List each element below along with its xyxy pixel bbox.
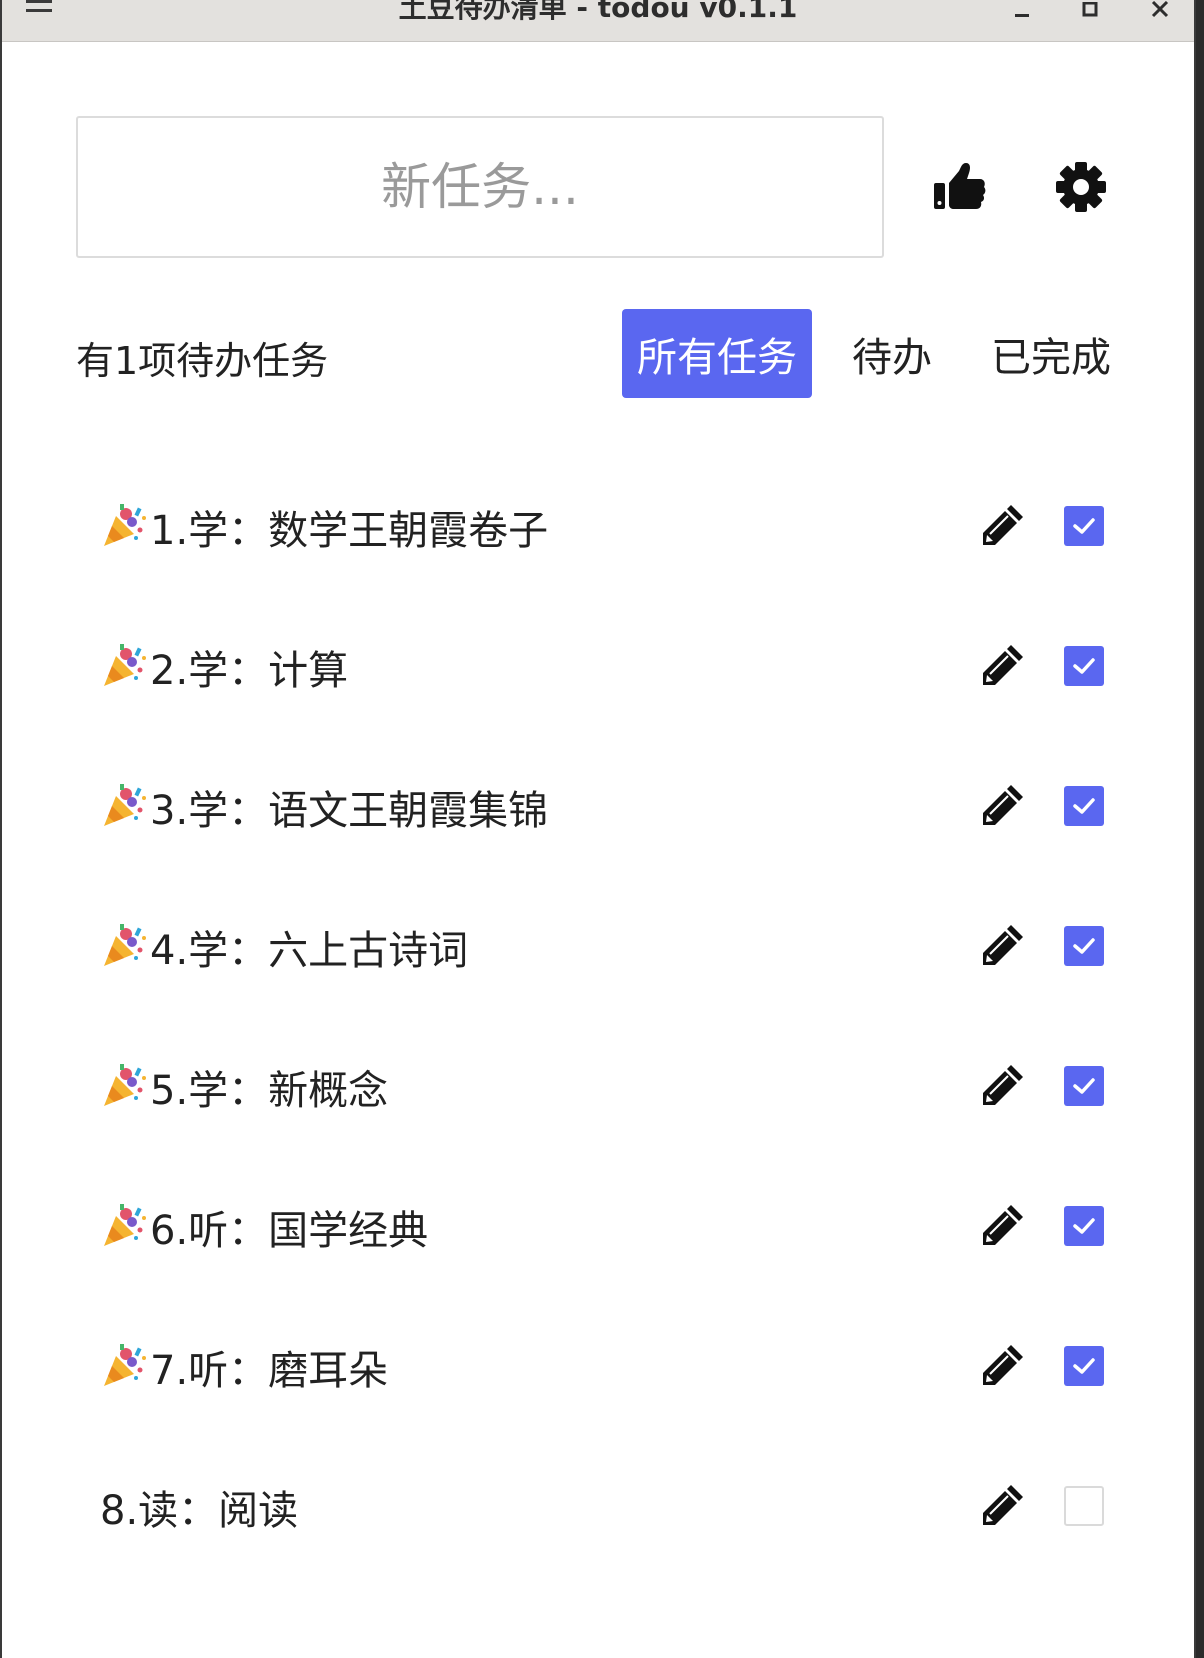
filter-all-tab[interactable]: 所有任务 [622,309,812,398]
task-text: 4.学：六上古诗词 [150,928,469,974]
settings-button[interactable] [1046,152,1116,222]
close-icon [1151,1,1169,18]
thumbs-up-icon [934,163,986,209]
pencil-icon [981,781,1027,831]
task-label: 3.学：语文王朝霞集锦 [100,778,548,836]
pending-count-label: 有1项待办任务 [76,339,329,383]
edit-task-button[interactable] [978,1060,1030,1112]
task-label: 6.听：国学经典 [100,1198,428,1256]
task-text: 2.学：计算 [150,648,349,694]
task-row: 8.读：阅读 [2,1438,1194,1578]
task-row: 4.学：六上古诗词 [2,878,1194,1018]
task-label: 4.学：六上古诗词 [100,918,468,976]
minimize-icon [1015,14,1029,17]
task-done-checkbox[interactable] [1064,1346,1104,1386]
title-bar: 土豆待办清单 - todou v0.1.1 [2,0,1194,42]
pencil-icon [981,1481,1027,1531]
app-window: 土豆待办清单 - todou v0.1.1 新任务... 有1项待办任务 所有任… [0,0,1196,1658]
party-popper-icon [100,780,150,830]
edit-task-button[interactable] [978,920,1030,972]
checkmark-icon [1072,656,1096,676]
task-done-checkbox[interactable] [1064,1206,1104,1246]
filter-done-tab[interactable]: 已完成 [976,309,1126,398]
checkmark-icon [1072,1216,1096,1236]
gear-icon [1056,162,1106,212]
checkmark-icon [1072,516,1096,536]
task-text: 7.听：磨耳朵 [150,1348,389,1394]
edit-task-button[interactable] [978,780,1030,832]
party-popper-icon [100,640,150,690]
task-done-checkbox[interactable] [1064,1066,1104,1106]
edit-task-button[interactable] [978,640,1030,692]
task-text: 8.读：阅读 [100,1488,299,1534]
task-text: 3.学：语文王朝霞集锦 [150,788,549,834]
task-label: 2.学：计算 [100,638,348,696]
minimize-button[interactable] [1002,0,1042,26]
task-done-checkbox[interactable] [1064,1486,1104,1526]
close-button[interactable] [1140,0,1180,26]
pencil-icon [981,921,1027,971]
maximize-button[interactable] [1070,0,1110,26]
task-row: 2.学：计算 [2,598,1194,738]
pencil-icon [981,1201,1027,1251]
edit-task-button[interactable] [978,1200,1030,1252]
party-popper-icon [100,500,150,550]
task-done-checkbox[interactable] [1064,786,1104,826]
task-text: 5.学：新概念 [150,1068,389,1114]
party-popper-icon [100,1340,150,1390]
edit-task-button[interactable] [978,500,1030,552]
task-done-checkbox[interactable] [1064,646,1104,686]
task-label: 1.学：数学王朝霞卷子 [100,498,548,556]
task-label: 7.听：磨耳朵 [100,1338,388,1396]
task-text: 1.学：数学王朝霞卷子 [150,508,549,554]
task-text: 6.听：国学经典 [150,1208,429,1254]
pencil-icon [981,501,1027,551]
pencil-icon [981,1341,1027,1391]
checkmark-icon [1072,1356,1096,1376]
maximize-icon [1082,2,1098,17]
pencil-icon [981,641,1027,691]
thumbs-up-button[interactable] [924,152,994,222]
pencil-icon [981,1061,1027,1111]
party-popper-icon [100,920,150,970]
edit-task-button[interactable] [978,1340,1030,1392]
task-row: 5.学：新概念 [2,1018,1194,1158]
task-row: 7.听：磨耳朵 [2,1298,1194,1438]
edit-task-button[interactable] [978,1480,1030,1532]
checkmark-icon [1072,796,1096,816]
checkmark-icon [1072,936,1096,956]
new-task-input[interactable] [76,116,884,258]
party-popper-icon [100,1200,150,1250]
checkmark-icon [1072,1076,1096,1096]
task-row: 1.学：数学王朝霞卷子 [2,458,1194,598]
task-label: 5.学：新概念 [100,1058,388,1116]
task-row: 6.听：国学经典 [2,1158,1194,1298]
task-done-checkbox[interactable] [1064,506,1104,546]
filter-todo-tab[interactable]: 待办 [834,309,950,398]
task-label: 8.读：阅读 [100,1478,298,1536]
task-done-checkbox[interactable] [1064,926,1104,966]
party-popper-icon [100,1060,150,1110]
task-row: 3.学：语文王朝霞集锦 [2,738,1194,878]
